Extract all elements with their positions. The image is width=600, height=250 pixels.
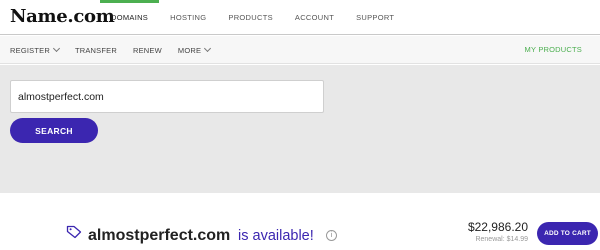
domain-search-input[interactable] (10, 80, 324, 113)
chevron-down-icon (204, 44, 212, 53)
info-icon[interactable]: i (326, 230, 337, 241)
top-navigation-bar: Name.com DOMAINS HOSTING PRODUCTS ACCOUN… (0, 0, 600, 35)
availability-text: is available! (238, 228, 314, 244)
add-to-cart-button[interactable]: ADD TO CART (537, 222, 598, 245)
result-domain-name: almostperfect.com (88, 227, 231, 244)
nav-item-account[interactable]: ACCOUNT (284, 0, 345, 35)
nav-item-products[interactable]: PRODUCTS (217, 0, 284, 35)
subnav-item-label: RENEW (132, 45, 162, 55)
domain-price: $22,986.20 (467, 220, 528, 234)
subnav-item-label: TRANSFER (74, 45, 117, 55)
my-products-link[interactable]: MY PRODUCTS (525, 36, 582, 64)
sub-nav: REGISTER TRANSFER RENEW MORE (10, 36, 226, 64)
main-nav: DOMAINS HOSTING PRODUCTS ACCOUNT SUPPORT (100, 0, 405, 35)
tag-icon (66, 225, 82, 239)
subnav-item-more[interactable]: MORE (177, 44, 212, 55)
subnav-item-register[interactable]: REGISTER (10, 44, 60, 55)
subnav-item-renew[interactable]: RENEW (133, 46, 162, 55)
subnav-item-transfer[interactable]: TRANSFER (75, 46, 117, 55)
nav-item-domains[interactable]: DOMAINS (100, 0, 160, 35)
subnav-item-label: REGISTER (10, 45, 50, 55)
search-button[interactable]: SEARCH (10, 118, 98, 143)
chevron-down-icon (52, 44, 60, 53)
nav-item-hosting[interactable]: HOSTING (159, 0, 217, 35)
subnav-item-label: MORE (177, 45, 202, 55)
domain-search-section: SEARCH (0, 65, 600, 193)
nav-item-support[interactable]: SUPPORT (345, 0, 405, 35)
sub-navigation-bar: REGISTER TRANSFER RENEW MORE MY PRODUCTS (0, 36, 600, 64)
search-result-row: almostperfect.com is available! i $22,98… (0, 205, 600, 250)
renewal-price: Renewal: $14.99 (475, 236, 528, 243)
site-logo[interactable]: Name.com (10, 6, 115, 27)
